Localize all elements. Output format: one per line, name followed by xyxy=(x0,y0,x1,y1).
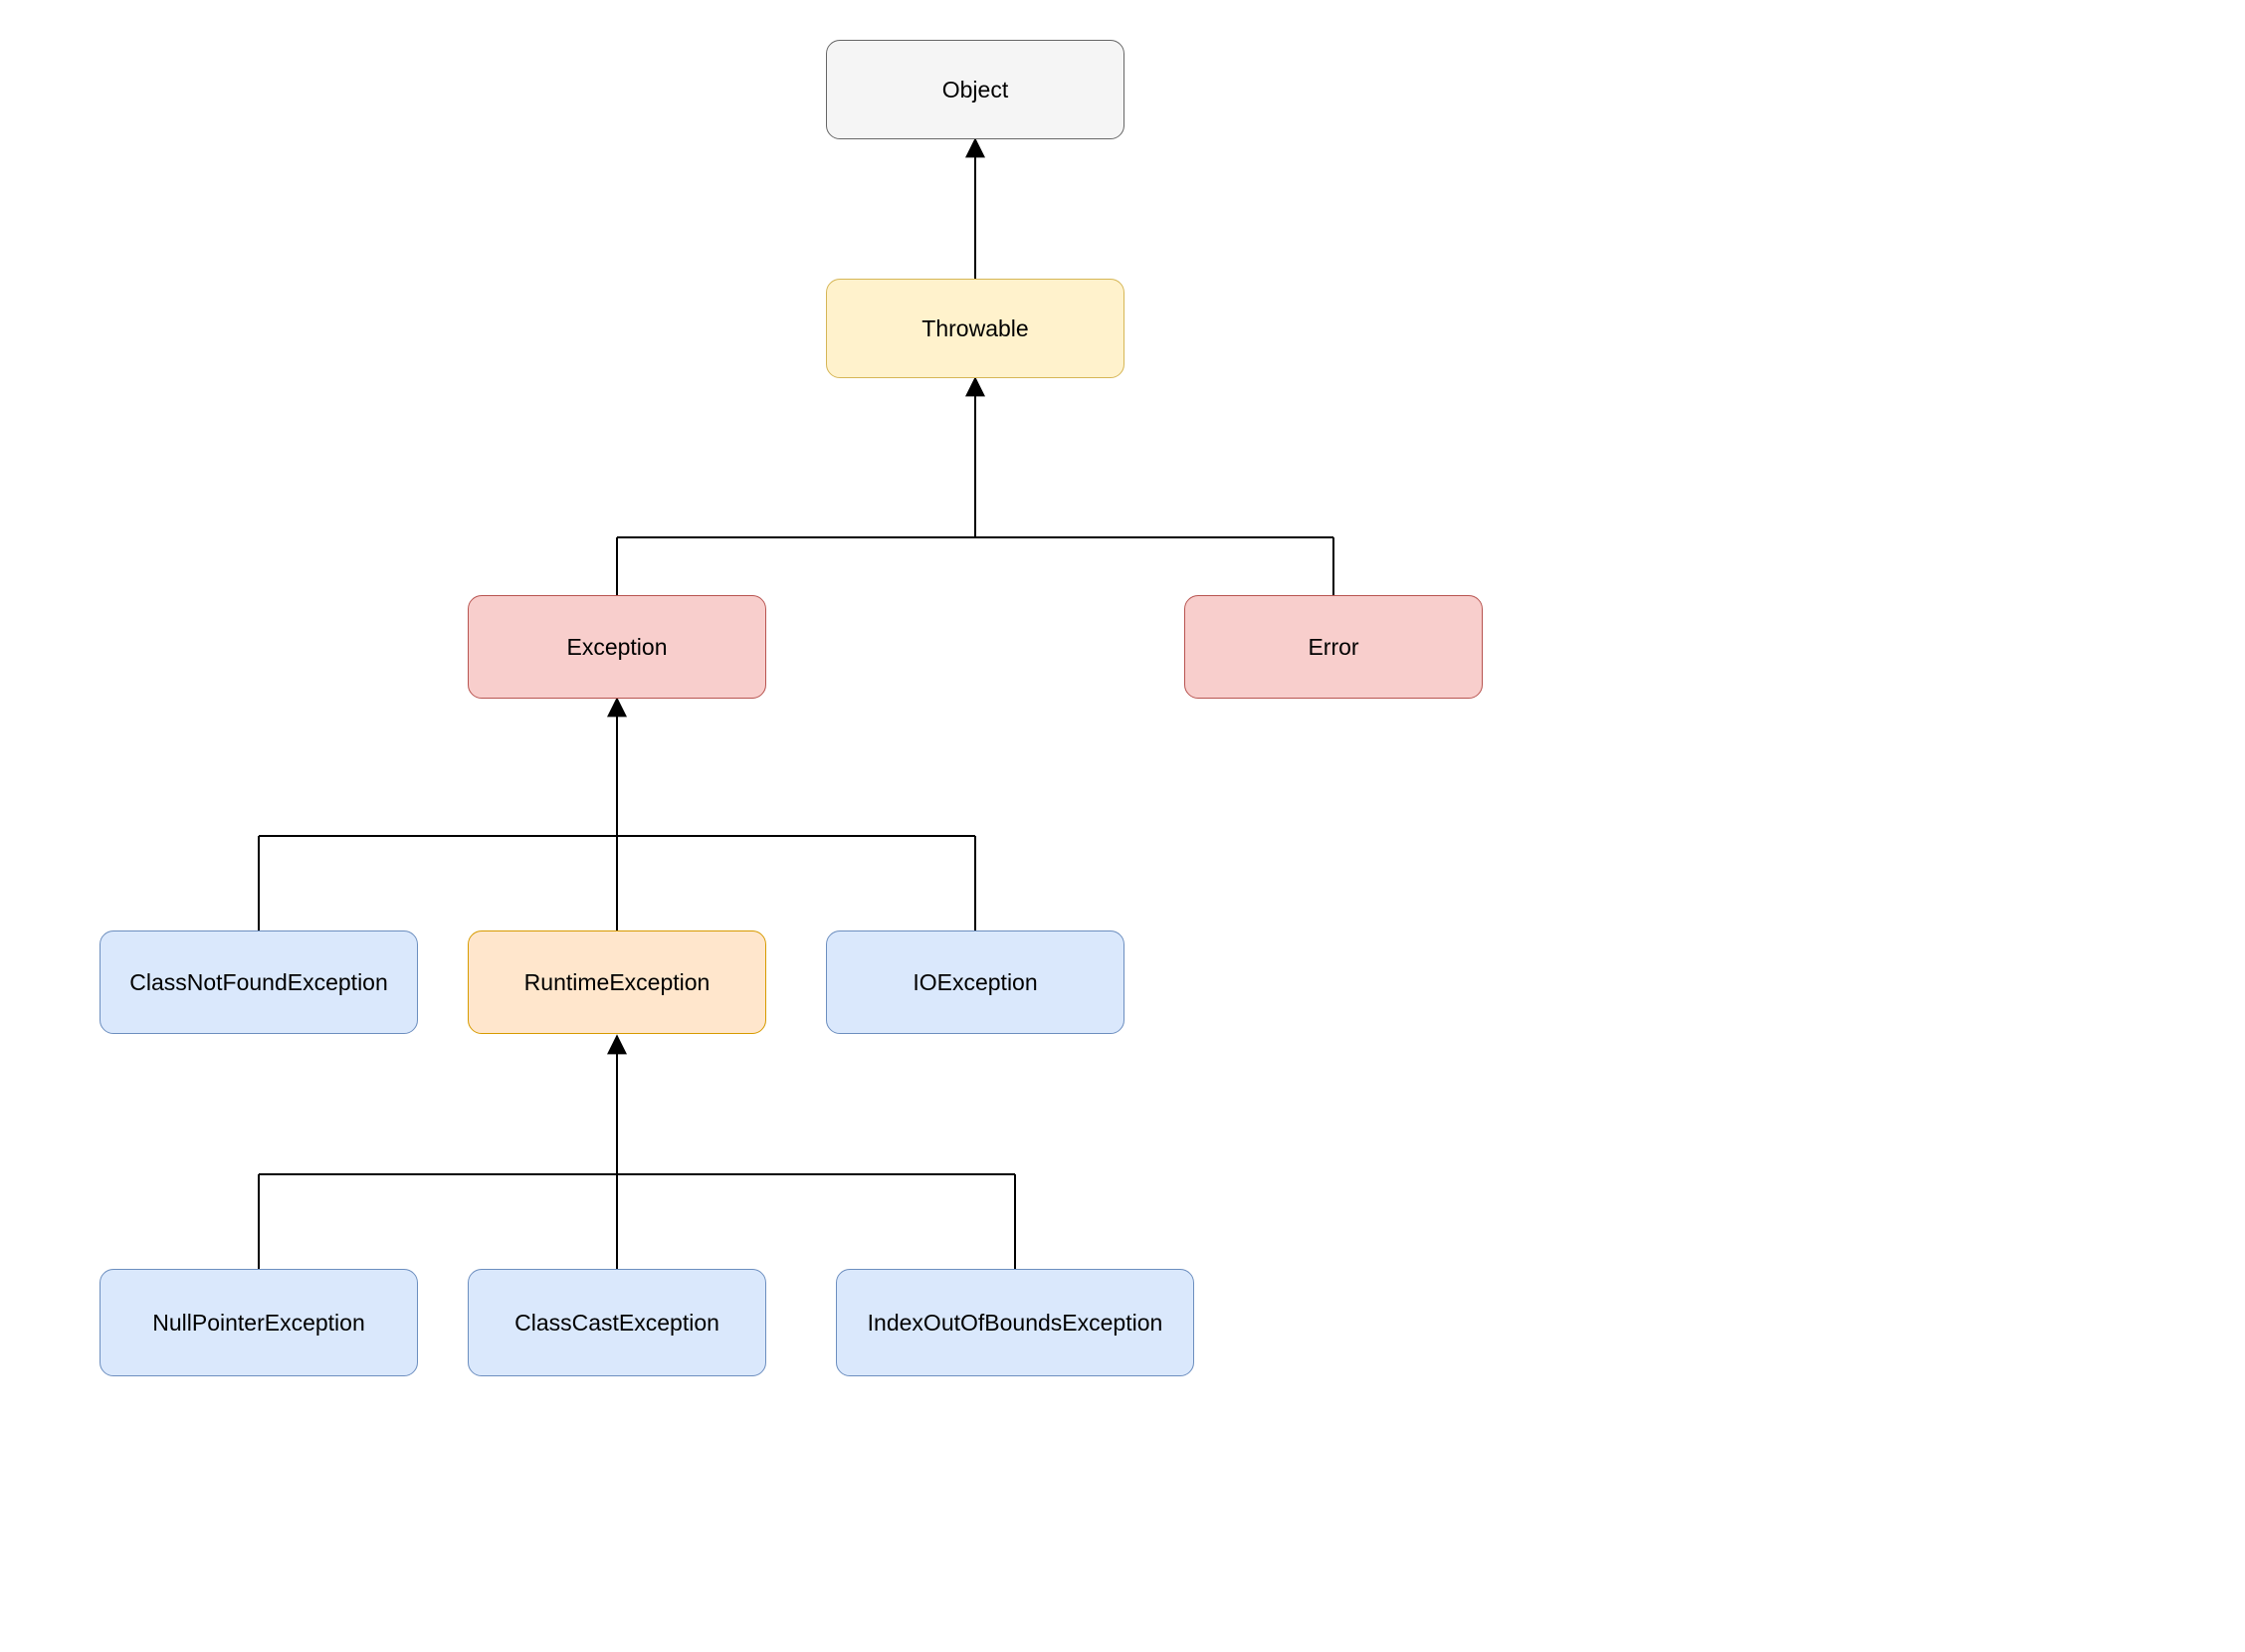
edges-layer xyxy=(0,0,2245,1652)
node-object: Object xyxy=(826,40,1124,139)
node-classcastexception: ClassCastException xyxy=(468,1269,766,1376)
node-error: Error xyxy=(1184,595,1483,699)
node-indexoutofboundsexception: IndexOutOfBoundsException xyxy=(836,1269,1194,1376)
node-exception: Exception xyxy=(468,595,766,699)
node-ioexception: IOException xyxy=(826,930,1124,1034)
node-classnotfoundexception: ClassNotFoundException xyxy=(100,930,418,1034)
diagram-canvas: Object Throwable Exception Error ClassNo… xyxy=(0,0,2245,1652)
node-runtimeexception: RuntimeException xyxy=(468,930,766,1034)
node-throwable: Throwable xyxy=(826,279,1124,378)
node-nullpointerexception: NullPointerException xyxy=(100,1269,418,1376)
